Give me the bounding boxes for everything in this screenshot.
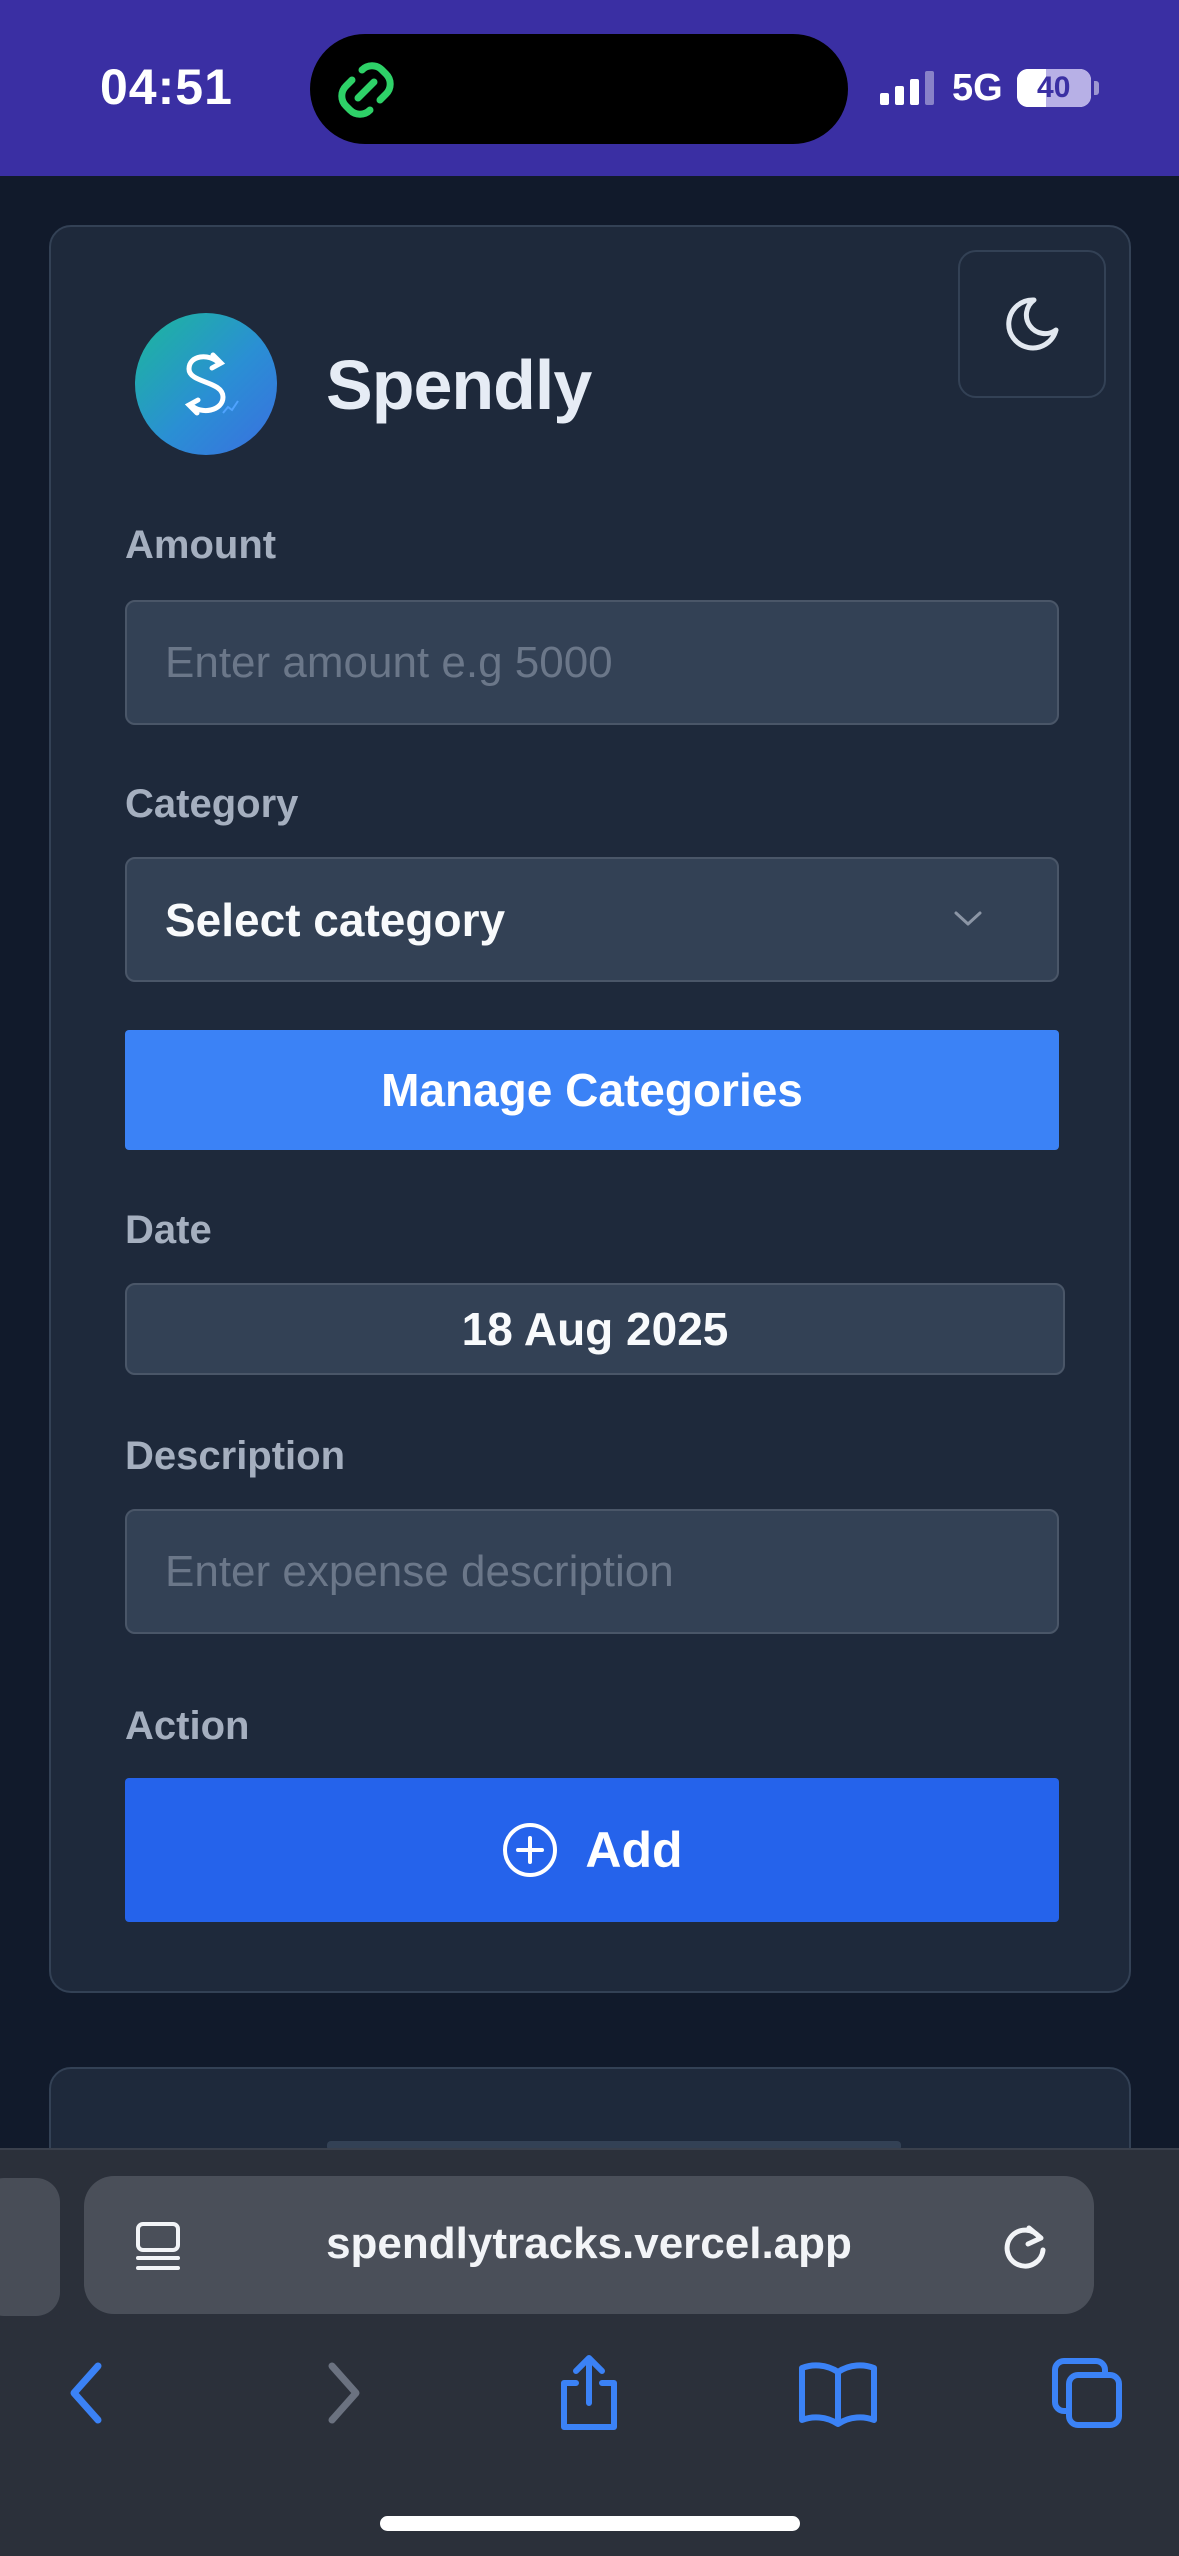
- battery-icon: 40: [1016, 69, 1091, 107]
- share-button[interactable]: [544, 2348, 634, 2438]
- date-label: Date: [125, 1208, 212, 1252]
- share-icon: [561, 2355, 617, 2430]
- theme-toggle-button[interactable]: [958, 250, 1106, 398]
- description-placeholder: Enter expense description: [165, 1546, 674, 1596]
- browser-toolbar: [0, 2348, 1179, 2458]
- action-label: Action: [125, 1704, 250, 1748]
- link-icon: [338, 62, 394, 118]
- category-select-value: Select category: [165, 893, 506, 946]
- status-time: 04:51: [100, 59, 233, 115]
- plus-circle-icon: [503, 1823, 558, 1877]
- tabs-icon: [1052, 2358, 1122, 2428]
- description-label: Description: [125, 1434, 346, 1478]
- tabs-button[interactable]: [1042, 2348, 1132, 2438]
- battery-level: 40: [1037, 71, 1071, 104]
- battery-nub: [1093, 81, 1099, 95]
- app-logo: [135, 313, 277, 455]
- amount-label: Amount: [125, 523, 277, 567]
- description-input[interactable]: Enter expense description: [125, 1509, 1059, 1634]
- bookmarks-button[interactable]: [793, 2348, 883, 2438]
- dollar-icon: [184, 352, 239, 416]
- reload-icon[interactable]: [996, 2216, 1054, 2274]
- moon-icon: [1006, 297, 1059, 351]
- category-select[interactable]: Select category: [125, 857, 1059, 982]
- previous-tab-preview[interactable]: [0, 2178, 60, 2316]
- date-input[interactable]: 18 Aug 2025: [125, 1283, 1065, 1375]
- app-name: Spendly: [326, 346, 592, 424]
- forward-icon: [328, 2362, 360, 2424]
- back-icon: [70, 2362, 102, 2424]
- back-button[interactable]: [42, 2348, 132, 2438]
- status-indicators: 5G 40: [880, 60, 1099, 116]
- amount-placeholder: Enter amount e.g 5000: [165, 637, 613, 687]
- manage-categories-button[interactable]: Manage Categories: [125, 1030, 1059, 1150]
- signal-icon: [880, 71, 934, 105]
- dynamic-island: [310, 34, 848, 144]
- network-type: 5G: [952, 66, 1003, 109]
- address-bar[interactable]: spendlytracks.vercel.app: [84, 2176, 1094, 2314]
- add-button-label: Add: [585, 1822, 683, 1878]
- status-bar: 04:51 5G 40: [0, 0, 1179, 176]
- url-text: spendlytracks.vercel.app: [326, 2219, 852, 2268]
- forward-button[interactable]: [298, 2348, 388, 2438]
- add-expense-button[interactable]: Add: [125, 1778, 1059, 1922]
- chevron-down-icon: [954, 911, 982, 926]
- expense-form-card: Spendly Amount Enter amount e.g 5000 Cat…: [49, 225, 1131, 1993]
- amount-input[interactable]: Enter amount e.g 5000: [125, 600, 1059, 725]
- bookmarks-icon: [799, 2362, 877, 2427]
- home-indicator: [380, 2516, 800, 2531]
- browser-bottom-bar: spendlytracks.vercel.app: [0, 2148, 1179, 2556]
- category-label: Category: [125, 782, 299, 826]
